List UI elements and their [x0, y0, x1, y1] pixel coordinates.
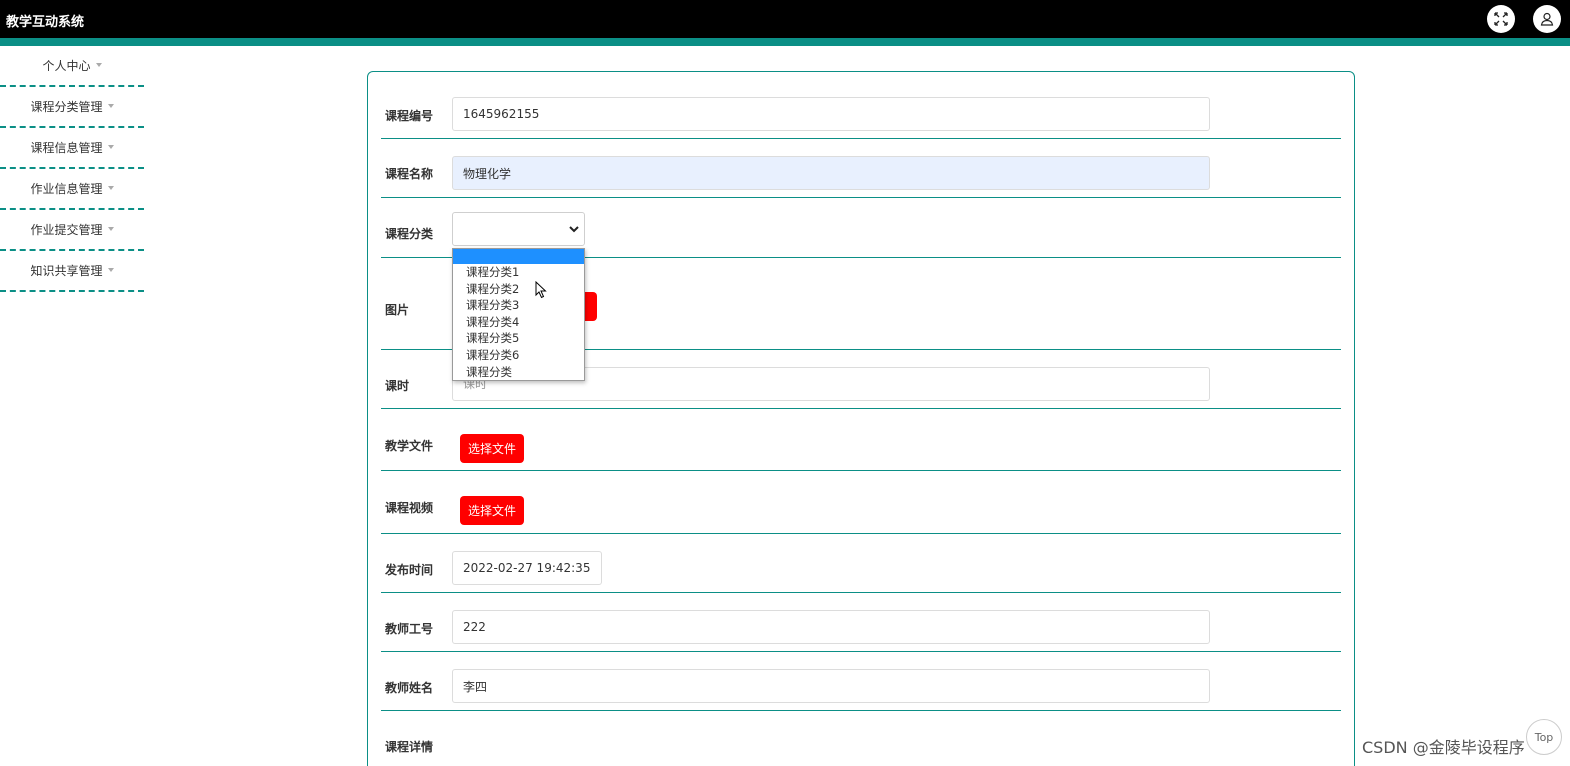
form-row-course-detail: 课程详情: [381, 711, 1341, 766]
user-button[interactable]: [1533, 5, 1561, 33]
dropdown-option[interactable]: 课程分类4: [453, 314, 584, 331]
dropdown-option[interactable]: 课程分类6: [453, 347, 584, 364]
caret-down-icon: [107, 226, 114, 231]
fullscreen-button[interactable]: [1487, 5, 1515, 33]
hours-label: 课时: [385, 379, 410, 393]
form-row-course-video: 课程视频 选择文件: [381, 471, 1341, 534]
top-bar: 教学互动系统: [0, 0, 1570, 38]
dropdown-option[interactable]: 课程分类1: [453, 264, 584, 281]
dropdown-option[interactable]: 课程分类2: [453, 281, 584, 298]
chevron-down-icon: [569, 226, 579, 233]
caret-down-icon: [107, 267, 114, 272]
teaching-file-label: 教学文件: [385, 439, 434, 453]
caret-down-icon: [95, 62, 102, 67]
sidebar-item-label: 课程信息管理: [30, 141, 103, 155]
sidebar-item-label: 知识共享管理: [30, 264, 103, 278]
sidebar-item-course-category[interactable]: 课程分类管理: [0, 87, 144, 128]
caret-down-icon: [107, 185, 114, 190]
sidebar-item-course-info[interactable]: 课程信息管理: [0, 128, 144, 169]
sidebar-item-label: 课程分类管理: [30, 100, 103, 114]
mouse-cursor-icon: [535, 281, 547, 299]
form-row-teaching-file: 教学文件 选择文件: [381, 409, 1341, 471]
course-category-select[interactable]: [452, 212, 585, 246]
user-icon: [1540, 12, 1554, 26]
course-name-label: 课程名称: [385, 167, 434, 181]
course-video-label: 课程视频: [385, 501, 434, 515]
back-to-top-button[interactable]: Top: [1526, 719, 1562, 755]
publish-time-label: 发布时间: [385, 563, 434, 577]
form-row-course-name: 课程名称: [381, 139, 1341, 198]
dropdown-option[interactable]: 课程分类5: [453, 330, 584, 347]
course-detail-label: 课程详情: [385, 740, 434, 754]
header-accent-strip: [0, 38, 1570, 46]
dropdown-option[interactable]: 课程分类: [453, 364, 584, 381]
teacher-id-label: 教师工号: [385, 622, 434, 636]
caret-down-icon: [107, 103, 114, 108]
sidebar-item-label: 个人中心: [42, 59, 91, 73]
form-row-teacher-name: 教师姓名: [381, 652, 1341, 711]
teacher-name-label: 教师姓名: [385, 681, 434, 695]
expand-icon: [1494, 12, 1508, 26]
sidebar-item-label: 作业提交管理: [30, 223, 103, 237]
sidebar-item-homework-submit[interactable]: 作业提交管理: [0, 210, 144, 251]
teaching-file-choose-button[interactable]: 选择文件: [460, 434, 525, 463]
form-row-teacher-id: 教师工号: [381, 593, 1341, 652]
caret-down-icon: [107, 144, 114, 149]
sidebar-item-homework-info[interactable]: 作业信息管理: [0, 169, 144, 210]
course-category-label: 课程分类: [385, 227, 434, 241]
teacher-name-input[interactable]: [452, 669, 1210, 703]
sidebar-item-label: 作业信息管理: [30, 182, 103, 196]
form-row-publish-time: 发布时间: [381, 534, 1341, 593]
dropdown-option[interactable]: 课程分类3: [453, 297, 584, 314]
course-category-dropdown: 课程分类1 课程分类2 课程分类3 课程分类4 课程分类5 课程分类6 课程分类: [452, 248, 585, 381]
image-label: 图片: [385, 303, 410, 317]
course-video-choose-button[interactable]: 选择文件: [460, 496, 525, 525]
course-no-label: 课程编号: [385, 109, 434, 123]
sidebar: 个人中心 课程分类管理 课程信息管理 作业信息管理 作业提交管理 知识共享管理: [0, 46, 144, 292]
sidebar-item-knowledge-share[interactable]: 知识共享管理: [0, 251, 144, 292]
sidebar-item-personal-center[interactable]: 个人中心: [0, 46, 144, 87]
course-no-input[interactable]: [452, 97, 1210, 131]
dropdown-option[interactable]: [453, 249, 584, 264]
course-name-input[interactable]: [452, 156, 1210, 190]
app-title: 教学互动系统: [6, 15, 85, 30]
publish-time-input[interactable]: [452, 551, 602, 585]
teacher-id-input[interactable]: [452, 610, 1210, 644]
watermark: CSDN @金陵毕设程序: [1362, 738, 1525, 757]
course-form: 课程编号 课程名称 课程分类 图片 课时 教学文件 选择文件 课程视频 选择文件…: [367, 71, 1355, 766]
form-row-course-no: 课程编号: [381, 72, 1341, 139]
